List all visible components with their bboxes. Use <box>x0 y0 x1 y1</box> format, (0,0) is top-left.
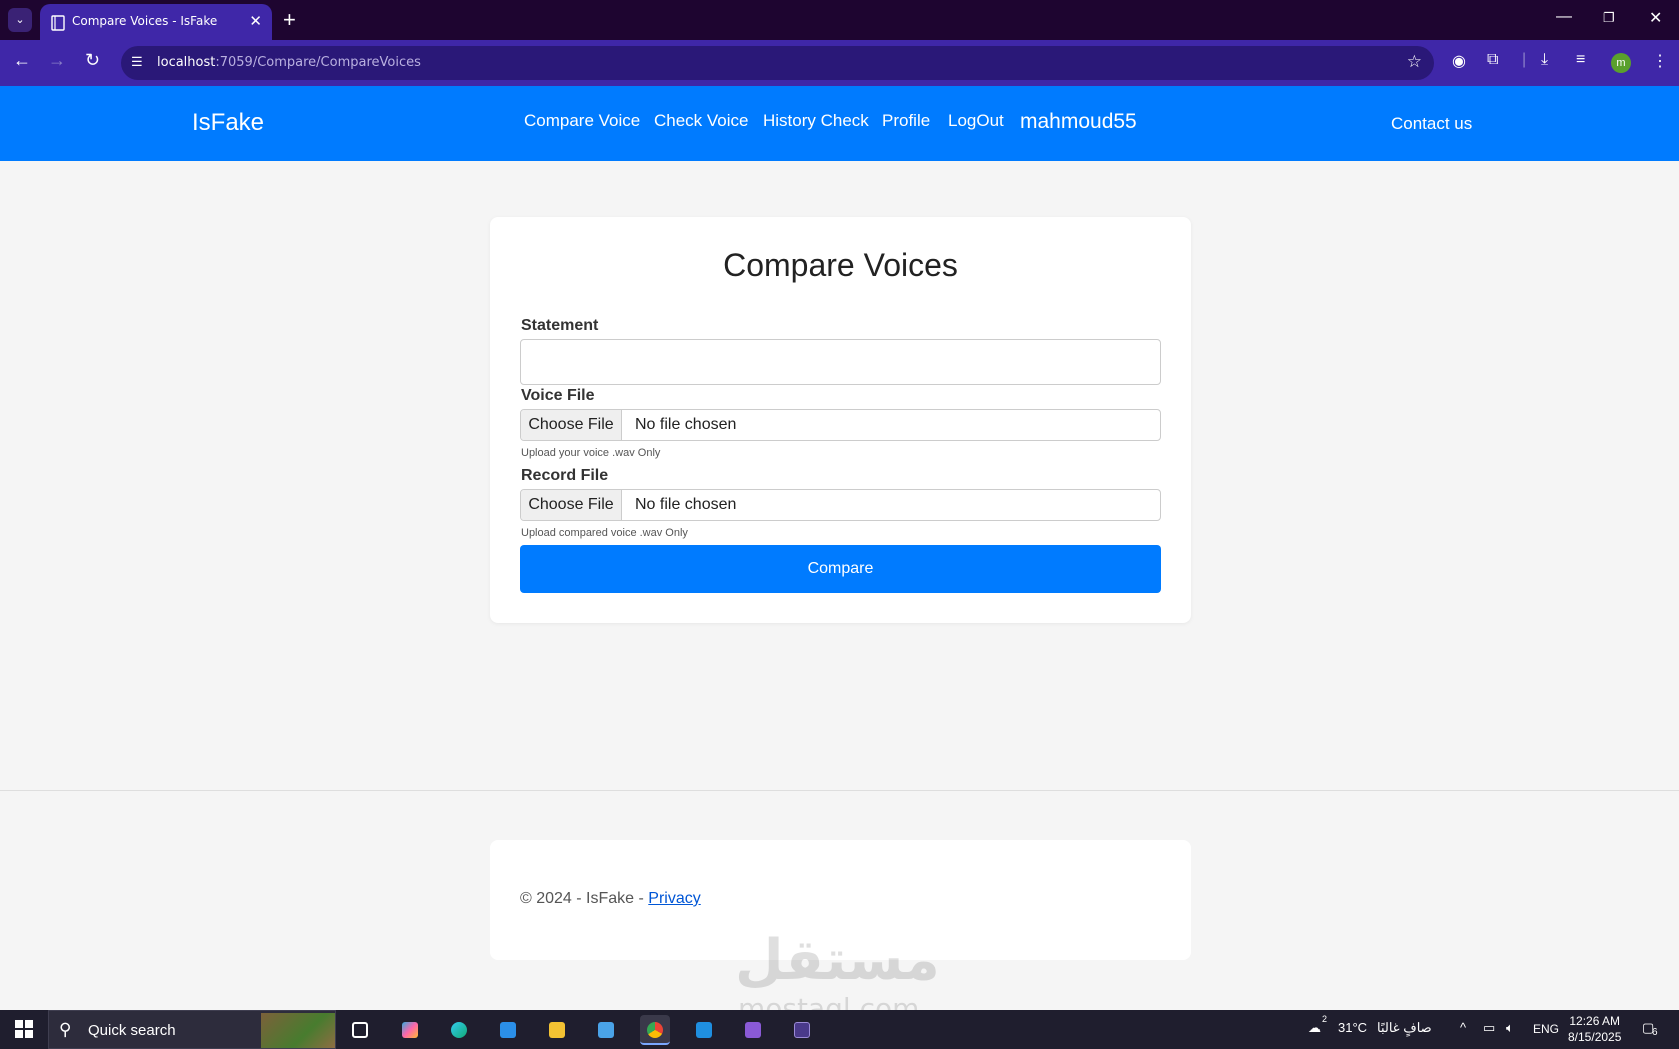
voice-choose-file-button[interactable]: Choose File <box>521 410 622 440</box>
footer-divider <box>0 790 1679 791</box>
weather-badge: 2 <box>1322 1014 1328 1024</box>
clock-date: 8/15/2025 <box>1568 1030 1622 1044</box>
record-file-input[interactable]: Choose File No file chosen <box>520 489 1161 521</box>
browser-tab-bar: ⌄ Compare Voices - IsFake ✕ + — ❐ ✕ <box>0 0 1679 40</box>
compare-form-card: Compare Voices Statement Voice File Choo… <box>490 217 1191 623</box>
chrome-icon[interactable] <box>640 1015 670 1045</box>
nav-logout[interactable]: LogOut <box>948 111 1004 131</box>
nav-history-check[interactable]: History Check <box>763 111 869 131</box>
browser-tab-active[interactable]: Compare Voices - IsFake ✕ <box>40 4 272 40</box>
notification-count: 6 <box>1652 1027 1658 1038</box>
voice-file-status: No file chosen <box>635 416 737 433</box>
new-tab-button[interactable]: + <box>283 7 296 33</box>
visual-studio-icon[interactable] <box>738 1015 768 1045</box>
statement-label: Statement <box>521 317 599 334</box>
extension-icon[interactable]: ◉ <box>1452 51 1466 71</box>
statement-input[interactable] <box>520 339 1161 385</box>
weather-text[interactable]: صافٍ غالبًا <box>1377 1020 1432 1036</box>
browser-menu-icon[interactable]: ⋮ <box>1652 51 1668 71</box>
record-file-help: Upload compared voice .wav Only <box>521 527 688 539</box>
toolbar-divider: | <box>1522 51 1527 68</box>
nav-contact-us[interactable]: Contact us <box>1391 114 1472 134</box>
back-icon[interactable]: ← <box>13 50 31 71</box>
weather-icon[interactable]: ☁ <box>1308 1020 1321 1036</box>
show-hidden-icons-icon[interactable]: ^ <box>1460 1020 1466 1035</box>
footer-text: © 2024 - IsFake - Privacy <box>520 890 701 908</box>
bookmark-star-icon[interactable]: ☆ <box>1407 52 1422 72</box>
task-view-icon[interactable] <box>345 1015 375 1045</box>
watermark-arabic: مستقل <box>735 928 940 993</box>
temperature[interactable]: 31°C <box>1338 1020 1367 1035</box>
media-control-icon[interactable]: ≡ <box>1576 51 1585 69</box>
voice-file-input[interactable]: Choose File No file chosen <box>520 409 1161 441</box>
nav-profile[interactable]: Profile <box>882 111 930 131</box>
voice-file-label: Voice File <box>521 387 595 404</box>
download-icon[interactable]: ⤓ <box>1541 51 1548 69</box>
reload-icon[interactable]: ↻ <box>85 50 100 71</box>
browser-toolbar: ← → ↻ ☰ localhost:7059/Compare/CompareVo… <box>0 40 1679 86</box>
window-close-icon[interactable]: ✕ <box>1649 8 1662 28</box>
terminal-icon[interactable] <box>787 1015 817 1045</box>
url-host: localhost <box>157 55 216 70</box>
nav-check-voice[interactable]: Check Voice <box>654 111 749 131</box>
url-path: :7059/Compare/CompareVoices <box>215 55 421 70</box>
site-brand[interactable]: IsFake <box>192 109 264 137</box>
clock-time: 12:26 AM <box>1569 1014 1621 1028</box>
site-settings-icon[interactable]: ☰ <box>131 54 149 72</box>
address-bar[interactable]: ☰ localhost:7059/Compare/CompareVoices ☆ <box>121 46 1434 80</box>
clock[interactable]: 12:26 AM 8/15/2025 <box>1568 1013 1621 1045</box>
record-choose-file-button[interactable]: Choose File <box>521 490 622 520</box>
nav-compare-voice[interactable]: Compare Voice <box>524 111 640 131</box>
copilot-icon[interactable] <box>395 1015 425 1045</box>
vscode-icon[interactable] <box>689 1015 719 1045</box>
file-explorer-icon[interactable] <box>542 1015 572 1045</box>
language-indicator[interactable]: ENG <box>1533 1022 1559 1036</box>
search-highlight-image <box>261 1013 335 1048</box>
nav-username[interactable]: mahmoud55 <box>1020 110 1137 134</box>
tab-search-button[interactable]: ⌄ <box>8 8 32 32</box>
compare-button[interactable]: Compare <box>520 545 1161 593</box>
voice-file-help: Upload your voice .wav Only <box>521 447 661 459</box>
store-icon[interactable] <box>493 1015 523 1045</box>
edge-icon[interactable] <box>444 1015 474 1045</box>
privacy-link[interactable]: Privacy <box>648 890 700 907</box>
record-file-label: Record File <box>521 467 609 484</box>
taskbar-search-text: Quick search <box>88 1022 176 1039</box>
page-title: Compare Voices <box>723 247 958 283</box>
copyright-text: © 2024 - IsFake - <box>520 890 649 907</box>
site-navbar: IsFake Compare Voice Check Voice History… <box>0 86 1679 161</box>
minimize-icon[interactable]: — <box>1556 8 1572 26</box>
restore-icon[interactable]: ❐ <box>1603 10 1615 26</box>
volume-icon[interactable]: 🔈︎ <box>1506 1020 1514 1036</box>
remote-desktop-icon[interactable] <box>591 1015 621 1045</box>
forward-icon[interactable]: → <box>48 50 66 71</box>
taskbar-search[interactable]: ⚲ Quick search <box>48 1010 336 1049</box>
close-tab-icon[interactable]: ✕ <box>249 12 262 30</box>
url-text[interactable]: localhost:7059/Compare/CompareVoices <box>157 55 421 70</box>
taskbar: ⚲ Quick search ☁ 2 31°C صافٍ غالبًا ^ ▭ … <box>0 1010 1679 1049</box>
page-icon <box>51 15 65 31</box>
start-button[interactable] <box>15 1020 33 1038</box>
tab-title: Compare Voices - IsFake <box>72 14 218 28</box>
search-icon: ⚲ <box>59 1020 72 1039</box>
profile-avatar[interactable]: m <box>1611 53 1631 73</box>
extensions-puzzle-icon[interactable]: ⧉ <box>1487 51 1498 69</box>
record-file-status: No file chosen <box>635 496 737 513</box>
network-icon[interactable]: ▭ <box>1483 1020 1495 1036</box>
